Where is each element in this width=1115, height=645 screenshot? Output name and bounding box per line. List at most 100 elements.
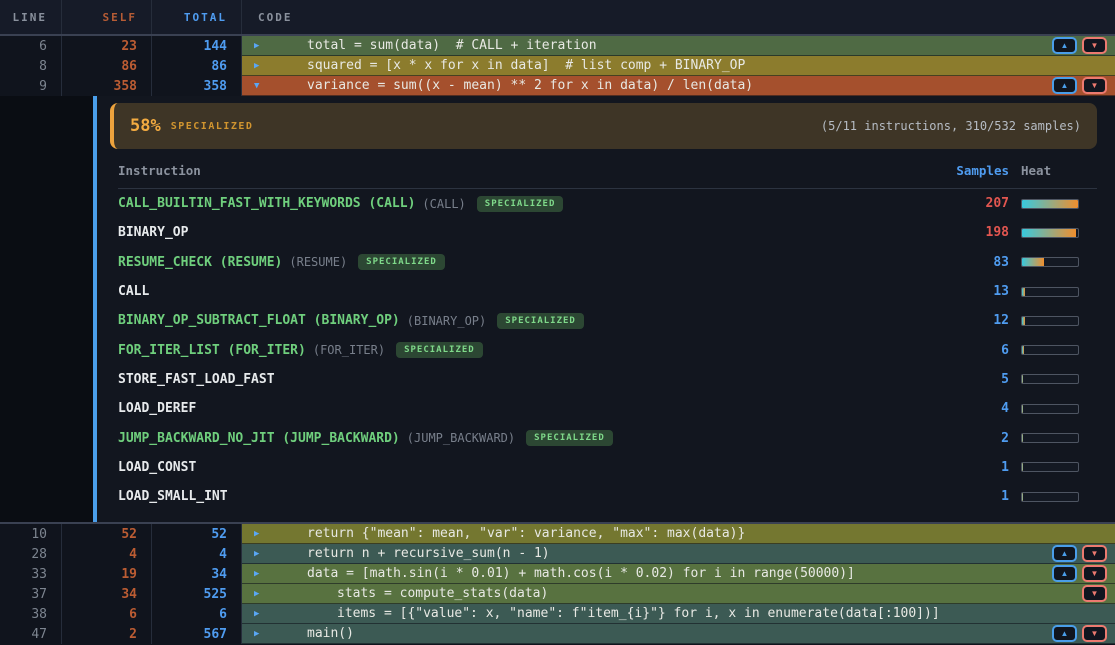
instruction-name: LOAD_DEREF (118, 401, 196, 416)
heat-bar-fill (1022, 200, 1078, 208)
heat-bar (1021, 492, 1079, 502)
instruction-row: CALL13 (118, 277, 1097, 306)
instruction-rows: CALL_BUILTIN_FAST_WITH_KEYWORDS (CALL) (C… (97, 189, 1115, 511)
heat-bar (1021, 257, 1079, 267)
column-header-samples: Samples (899, 163, 1009, 178)
total-samples: 525 (152, 584, 242, 604)
code-line-row-33: 331934▶data = [math.sin(i * 0.01) + math… (0, 564, 1115, 584)
code-cell: ▶return {"mean": mean, "var": variance, … (242, 524, 1115, 544)
instruction-base-name: (CALL) (422, 197, 465, 211)
instruction-name: STORE_FAST_LOAD_FAST (118, 372, 275, 387)
instruction-name-group: FOR_ITER_LIST (FOR_ITER)(FOR_ITER)SPECIA… (118, 342, 899, 358)
heat-bar-fill (1022, 229, 1076, 237)
total-samples: 567 (152, 624, 242, 644)
code-cell: ▶return n + recursive_sum(n - 1)▲▼ (242, 544, 1115, 564)
instruction-samples: 2 (899, 431, 1009, 446)
jump-down-button[interactable]: ▼ (1082, 37, 1107, 54)
line-number: 6 (0, 36, 62, 56)
panel-gutter (0, 96, 93, 522)
specialized-badge: SPECIALIZED (358, 254, 445, 270)
expand-caret-icon[interactable]: ▶ (254, 549, 266, 559)
instruction-name-group: CALL_BUILTIN_FAST_WITH_KEYWORDS (CALL) (C… (118, 196, 899, 212)
heat-cell (1009, 462, 1097, 472)
column-header-line: LINE (0, 0, 62, 34)
heat-bar-fill (1022, 258, 1044, 266)
expand-caret-icon[interactable]: ▶ (254, 41, 266, 51)
instruction-name: CALL_BUILTIN_FAST_WITH_KEYWORDS (CALL) (118, 196, 415, 211)
expand-caret-icon[interactable]: ▶ (254, 589, 266, 599)
instruction-row: LOAD_SMALL_INT1 (118, 482, 1097, 511)
instruction-samples: 1 (899, 489, 1009, 504)
jump-up-button[interactable]: ▲ (1052, 545, 1077, 562)
heat-cell (1009, 345, 1097, 355)
instruction-samples: 83 (899, 255, 1009, 270)
total-samples: 34 (152, 564, 242, 584)
heat-bar (1021, 228, 1079, 238)
expand-caret-icon[interactable]: ▶ (254, 629, 266, 639)
code-table-header: LINE SELF TOTAL CODE (0, 0, 1115, 36)
heat-cell (1009, 492, 1097, 502)
instruction-name: BINARY_OP (118, 225, 188, 240)
row-nav-buttons: ▲▼ (1052, 545, 1107, 562)
line-number: 47 (0, 624, 62, 644)
line-number: 33 (0, 564, 62, 584)
heat-bar-fill (1022, 346, 1024, 354)
instruction-base-name: (BINARY_OP) (407, 314, 486, 328)
instruction-name-group: BINARY_OP_SUBTRACT_FLOAT (BINARY_OP)(BIN… (118, 313, 899, 329)
jump-down-button[interactable]: ▼ (1082, 565, 1107, 582)
code-line-row-8: 88686▶squared = [x * x for x in data] # … (0, 56, 1115, 76)
code-cell: ▶squared = [x * x for x in data] # list … (242, 56, 1115, 76)
collapse-caret-icon[interactable]: ▼ (254, 81, 266, 91)
total-samples: 4 (152, 544, 242, 564)
specialized-badge: SPECIALIZED (526, 430, 613, 446)
code-cell: ▶total = sum(data) # CALL + iteration▲▼ (242, 36, 1115, 56)
instruction-samples: 207 (899, 196, 1009, 211)
instruction-name-group: RESUME_CHECK (RESUME)(RESUME)SPECIALIZED (118, 254, 899, 270)
code-line-row-38: 3866▶items = [{"value": x, "name": f"ite… (0, 604, 1115, 624)
self-samples: 358 (62, 76, 152, 96)
specialization-panel: 58% SPECIALIZED (5/11 instructions, 310/… (0, 96, 1115, 522)
profiler-view: LINE SELF TOTAL CODE 623144▶total = sum(… (0, 0, 1115, 645)
specialized-percent: 58% (130, 116, 161, 136)
instruction-name: FOR_ITER_LIST (FOR_ITER) (118, 343, 306, 358)
self-samples: 19 (62, 564, 152, 584)
code-text: items = [{"value": x, "name": f"item_{i}… (266, 606, 940, 621)
specialized-badge: SPECIALIZED (477, 196, 564, 212)
jump-up-button[interactable]: ▲ (1052, 625, 1077, 642)
expand-caret-icon[interactable]: ▶ (254, 569, 266, 579)
expand-caret-icon[interactable]: ▶ (254, 529, 266, 539)
code-cell: ▶data = [math.sin(i * 0.01) + math.cos(i… (242, 564, 1115, 584)
heat-cell (1009, 287, 1097, 297)
code-cell: ▶items = [{"value": x, "name": f"item_{i… (242, 604, 1115, 624)
jump-up-button[interactable]: ▲ (1052, 77, 1077, 94)
heat-bar-fill (1022, 463, 1023, 471)
expand-caret-icon[interactable]: ▶ (254, 61, 266, 71)
heat-bar (1021, 433, 1079, 443)
self-samples: 23 (62, 36, 152, 56)
column-header-heat: Heat (1009, 163, 1097, 178)
instruction-row: RESUME_CHECK (RESUME)(RESUME)SPECIALIZED… (118, 248, 1097, 277)
jump-up-button[interactable]: ▲ (1052, 565, 1077, 582)
instruction-samples: 12 (899, 313, 1009, 328)
row-nav-buttons: ▲▼ (1052, 625, 1107, 642)
instruction-row: BINARY_OP198 (118, 218, 1097, 247)
line-number: 28 (0, 544, 62, 564)
jump-down-button[interactable]: ▼ (1082, 77, 1107, 94)
line-number: 10 (0, 524, 62, 544)
instruction-samples: 4 (899, 401, 1009, 416)
jump-up-button[interactable]: ▲ (1052, 37, 1077, 54)
code-line-row-10: 105252▶return {"mean": mean, "var": vari… (0, 524, 1115, 544)
jump-down-button[interactable]: ▼ (1082, 585, 1107, 602)
column-header-total: TOTAL (152, 0, 242, 34)
code-text: squared = [x * x for x in data] # list c… (266, 58, 745, 73)
expand-caret-icon[interactable]: ▶ (254, 609, 266, 619)
heat-bar (1021, 345, 1079, 355)
jump-down-button[interactable]: ▼ (1082, 545, 1107, 562)
jump-down-button[interactable]: ▼ (1082, 625, 1107, 642)
code-text: main() (266, 626, 354, 641)
code-rows-top: 623144▶total = sum(data) # CALL + iterat… (0, 36, 1115, 96)
self-samples: 6 (62, 604, 152, 624)
heat-cell (1009, 199, 1097, 209)
instruction-row: JUMP_BACKWARD_NO_JIT (JUMP_BACKWARD)(JUM… (118, 423, 1097, 452)
instruction-samples: 5 (899, 372, 1009, 387)
